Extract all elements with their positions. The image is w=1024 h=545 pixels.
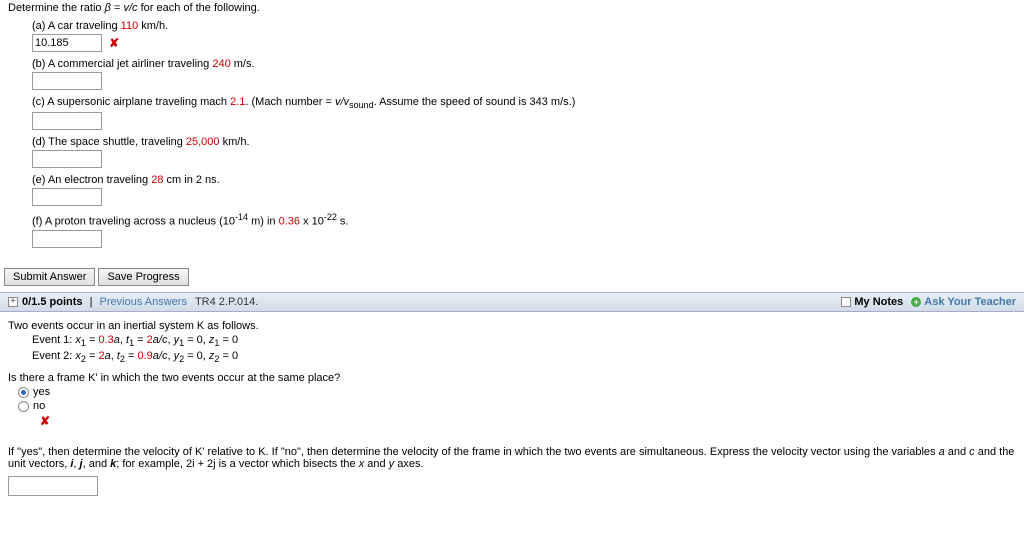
button-row: Submit Answer Save Progress	[4, 268, 1024, 286]
a-post: km/h.	[138, 20, 168, 32]
wrong-feedback: ✘	[36, 414, 1016, 428]
c-mid: . (Mach number =	[245, 96, 335, 108]
b-value: 240	[212, 58, 230, 70]
plus-icon: +	[911, 297, 921, 307]
part-f: (f) A proton traveling across a nucleus …	[32, 212, 1016, 248]
submit-answer-button[interactable]: Submit Answer	[4, 268, 95, 286]
and1: and	[945, 446, 969, 458]
q2-question: Is there a frame K' in which the two eve…	[8, 372, 1016, 384]
e1-t-eq: =	[134, 334, 147, 346]
q1-prompt-pre: Determine the ratio	[8, 2, 105, 14]
b-post: m/s.	[231, 58, 255, 70]
a-answer-input[interactable]	[32, 34, 102, 52]
note-icon	[841, 297, 851, 307]
a-value: 110	[121, 20, 139, 32]
q2-intro: Two events occur in an inertial system K…	[8, 320, 1016, 332]
e1-x-val: 0.3	[98, 334, 113, 346]
q1-eq: =	[111, 2, 124, 14]
part-a: (a) A car traveling 110 km/h. ✘	[32, 20, 1016, 52]
part-b: (b) A commercial jet airliner traveling …	[32, 58, 1016, 90]
f-post: s.	[337, 216, 349, 228]
e2-t-eq: =	[125, 350, 138, 362]
f-sup1: -14	[235, 212, 248, 222]
e1-ac: a/c	[153, 334, 168, 346]
q1-prompt: Determine the ratio β = v/c for each of …	[8, 2, 1016, 14]
save-progress-button[interactable]: Save Progress	[98, 268, 188, 286]
part-e: (e) An electron traveling 28 cm in 2 ns.	[32, 174, 1016, 206]
velocity-answer-input[interactable]	[8, 476, 98, 496]
question-header-bar: + 0/1.5 points | Previous Answers TR4 2.…	[0, 292, 1024, 312]
c-answer-input[interactable]	[32, 112, 102, 130]
c-sub: sound	[349, 100, 374, 110]
c-post: . Assume the speed of sound is 343 m/s.)	[374, 96, 576, 108]
e-pre: (e) An electron traveling	[32, 174, 151, 186]
q1-prompt-post: for each of the following.	[138, 2, 260, 14]
e2-pre: Event 2:	[32, 350, 75, 362]
f3: ; for example, 2i + 2j is a vector which…	[116, 458, 358, 470]
e2-x-eq: =	[86, 350, 99, 362]
e1-y-eq: = 0,	[184, 334, 209, 346]
f-value: 0.36	[279, 216, 300, 228]
f-mid2: x 10	[300, 216, 324, 228]
c2: , and	[83, 458, 111, 470]
e1-z-eq: = 0	[219, 334, 238, 346]
e2-y-eq: = 0,	[184, 350, 209, 362]
vc-ratio: v/c	[123, 2, 137, 14]
e1-x-eq: =	[86, 334, 99, 346]
radio-no[interactable]	[18, 401, 29, 412]
question-1: Determine the ratio β = v/c for each of …	[0, 0, 1024, 256]
part-d: (d) The space shuttle, traveling 25,000 …	[32, 136, 1016, 168]
e2-t-val: 0.9	[137, 350, 152, 362]
expand-icon[interactable]: +	[8, 297, 18, 307]
radio-yes-label: yes	[33, 386, 50, 398]
ask-teacher-button[interactable]: + Ask Your Teacher	[911, 296, 1016, 308]
f4: axes.	[394, 458, 423, 470]
f-pre: (f) A proton traveling across a nucleus …	[32, 216, 235, 228]
previous-answers-link[interactable]: Previous Answers	[100, 296, 187, 308]
e-value: 28	[151, 174, 163, 186]
assignment-code: TR4 2.P.014.	[195, 296, 258, 308]
b-answer-input[interactable]	[32, 72, 102, 90]
header-left: + 0/1.5 points | Previous Answers TR4 2.…	[8, 296, 258, 308]
radio-no-label: no	[33, 400, 45, 412]
radio-no-row[interactable]: no	[18, 400, 1016, 412]
f1: If "yes", then determine the velocity of…	[8, 446, 939, 458]
d-pre: (d) The space shuttle, traveling	[32, 136, 186, 148]
ask-teacher-label: Ask Your Teacher	[924, 296, 1016, 308]
event-2: Event 2: x2 = 2a, t2 = 0.9a/c, y2 = 0, z…	[32, 350, 1016, 364]
part-c: (c) A supersonic airplane traveling mach…	[32, 96, 1016, 130]
question-2: Two events occur in an inertial system K…	[0, 312, 1024, 502]
wrong-icon: ✘	[40, 414, 50, 428]
wrong-icon: ✘	[109, 36, 119, 50]
e2-ac: a/c	[153, 350, 168, 362]
b-pre: (b) A commercial jet airliner traveling	[32, 58, 212, 70]
radio-yes-row[interactable]: yes	[18, 386, 1016, 398]
e1-pre: Event 1:	[32, 334, 75, 346]
d-answer-input[interactable]	[32, 150, 102, 168]
header-right: My Notes + Ask Your Teacher	[841, 296, 1016, 308]
e-answer-input[interactable]	[32, 188, 102, 206]
and2: and	[364, 458, 388, 470]
my-notes-button[interactable]: My Notes	[841, 296, 903, 308]
event-1: Event 1: x1 = 0.3a, t1 = 2a/c, y1 = 0, z…	[32, 334, 1016, 348]
a-pre: (a) A car traveling	[32, 20, 121, 32]
e-post: cm in 2 ns.	[163, 174, 219, 186]
c-value: 2.1	[230, 96, 245, 108]
c-pre: (c) A supersonic airplane traveling mach	[32, 96, 230, 108]
d-value: 25,000	[186, 136, 220, 148]
e2-z-eq: = 0	[219, 350, 238, 362]
my-notes-label: My Notes	[854, 296, 903, 308]
radio-yes[interactable]	[18, 387, 29, 398]
f-mid: m) in	[248, 216, 279, 228]
sep: |	[87, 296, 96, 308]
f-sup2: -22	[324, 212, 337, 222]
d-post: km/h.	[220, 136, 250, 148]
followup-text: If "yes", then determine the velocity of…	[8, 446, 1016, 470]
f-answer-input[interactable]	[32, 230, 102, 248]
points-label: 0/1.5 points	[22, 296, 83, 308]
c-vv: v/v	[335, 96, 349, 108]
